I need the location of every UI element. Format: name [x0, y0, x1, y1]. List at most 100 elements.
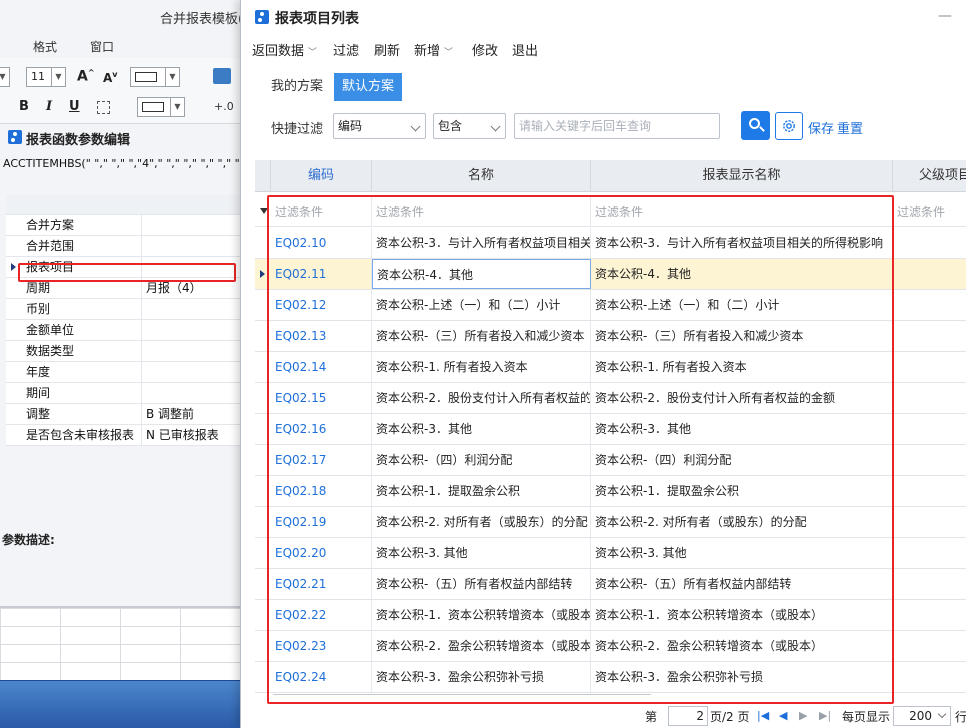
- chevron-down-icon: ▼: [0, 68, 9, 86]
- grid-header: 编码 名称 报表显示名称 父级项目: [255, 160, 966, 192]
- font-size-select[interactable]: 11 ▼: [26, 67, 66, 87]
- ribbon: ▼ 11 ▼ A^ Av ▼ B I U ▼ +.0: [0, 58, 240, 124]
- decimal-places-icon[interactable]: +.0: [214, 100, 234, 113]
- cell-parent-item[interactable]: [893, 569, 966, 599]
- add-button[interactable]: 新增 ﹀: [414, 40, 453, 59]
- save-scheme-link[interactable]: 保存: [808, 118, 834, 137]
- pager-row-suffix: 行: [955, 710, 966, 724]
- cell-parent-item[interactable]: [893, 476, 966, 506]
- column-header-parent-item[interactable]: 父级项目: [893, 160, 966, 192]
- chevron-down-icon: ▼: [51, 68, 65, 86]
- filter-field-select[interactable]: 编码: [333, 113, 426, 139]
- cell-parent-item[interactable]: [893, 414, 966, 444]
- cell-parent-item[interactable]: [893, 383, 966, 413]
- dialog-toolbar: 返回数据 ﹀ 过滤 刷新 新增 ﹀ 修改 退出: [241, 34, 966, 62]
- reset-filter-link[interactable]: 重置: [837, 118, 863, 137]
- param-label: 合并范围: [6, 236, 142, 256]
- font-name-select[interactable]: ▼: [0, 67, 10, 87]
- param-row[interactable]: 年度: [6, 362, 240, 383]
- current-page-input[interactable]: 2: [668, 706, 708, 726]
- cell-parent-item[interactable]: [893, 507, 966, 537]
- param-value[interactable]: N 已审核报表: [146, 425, 219, 445]
- cell-parent-item[interactable]: [893, 259, 966, 289]
- row-pointer-icon: [260, 270, 265, 278]
- next-page-icon[interactable]: ▶: [799, 710, 807, 721]
- cell-parent-item[interactable]: [893, 538, 966, 568]
- filter-settings-button[interactable]: [775, 112, 803, 140]
- grow-font-icon[interactable]: A^: [77, 68, 95, 85]
- spreadsheet-area[interactable]: [0, 606, 240, 680]
- param-grid: 合并方案 合并范围 报表项目 周期 月报（4） 币别 金额单位 数据类型 年度 期间 调整 B 调整前…: [6, 195, 240, 446]
- column-header-display-name[interactable]: 报表显示名称: [591, 160, 893, 192]
- borders-icon[interactable]: [97, 101, 110, 114]
- chevron-down-icon: ﹀: [308, 48, 318, 58]
- highlight-box-report-item: [18, 263, 236, 282]
- param-label: 调整: [6, 404, 142, 424]
- border-style-select[interactable]: ▼: [130, 67, 180, 87]
- filter-button[interactable]: 过滤: [333, 40, 359, 59]
- filter-operator-select[interactable]: 包含: [433, 113, 506, 139]
- highlight-box-grid: [267, 195, 894, 704]
- chevron-down-icon: [410, 121, 421, 132]
- refresh-button[interactable]: 刷新: [374, 40, 400, 59]
- menu-bar: 格式 窗口: [0, 34, 240, 58]
- param-row[interactable]: 期间: [6, 383, 240, 404]
- pager: 第 2 页/2 页 |◀ ◀ ▶ ▶| 每页显示 200 行: [241, 704, 966, 728]
- column-header-code[interactable]: 编码: [271, 160, 372, 192]
- param-label: 年度: [6, 362, 142, 382]
- param-row[interactable]: 数据类型: [6, 341, 240, 362]
- minimize-icon[interactable]: —: [938, 8, 952, 24]
- param-grid-header: [6, 195, 240, 215]
- fill-style-select[interactable]: ▼: [137, 97, 185, 117]
- rectangle-icon: [142, 102, 164, 112]
- param-row[interactable]: 调整 B 调整前: [6, 404, 240, 425]
- cell-parent-item[interactable]: [893, 228, 966, 258]
- cell-parent-item[interactable]: [893, 352, 966, 382]
- window-title: 合并报表模板(: [160, 12, 240, 27]
- param-row[interactable]: 币别: [6, 299, 240, 320]
- param-row[interactable]: 是否包含未审核报表 N 已审核报表: [6, 425, 240, 446]
- back-data-button[interactable]: 返回数据 ﹀: [252, 40, 317, 59]
- exit-button[interactable]: 退出: [512, 40, 538, 59]
- prev-page-icon[interactable]: ◀: [779, 710, 787, 721]
- param-value[interactable]: B 调整前: [146, 404, 194, 424]
- last-page-icon[interactable]: ▶|: [819, 710, 831, 721]
- param-row[interactable]: 金额单位: [6, 320, 240, 341]
- param-row[interactable]: 合并方案: [6, 215, 240, 236]
- first-page-icon[interactable]: |◀: [757, 710, 769, 721]
- column-header-name[interactable]: 名称: [372, 160, 591, 192]
- bold-button[interactable]: B: [19, 99, 29, 114]
- scheme-tab-mine[interactable]: 我的方案: [263, 73, 331, 101]
- toolbar-app-icon[interactable]: [213, 68, 231, 84]
- taskbar: [0, 680, 240, 728]
- page-size-label: 每页显示: [842, 710, 891, 724]
- keyword-search-input[interactable]: [514, 113, 720, 139]
- param-label: 是否包含未审核报表: [6, 425, 142, 445]
- rectangle-icon: [135, 72, 157, 82]
- filter-cell-parent-item[interactable]: 过滤条件: [893, 197, 966, 227]
- page-size-select[interactable]: 200: [893, 706, 951, 726]
- cell-parent-item[interactable]: [893, 321, 966, 351]
- menu-window[interactable]: 窗口: [90, 38, 114, 55]
- modify-button[interactable]: 修改: [472, 40, 498, 59]
- cell-parent-item[interactable]: [893, 662, 966, 692]
- scheme-tab-default[interactable]: 默认方案: [334, 73, 403, 101]
- param-row[interactable]: 合并范围: [6, 236, 240, 257]
- italic-button[interactable]: I: [46, 99, 52, 114]
- report-item-list-dialog: 报表项目列表 — 返回数据 ﹀ 过滤 刷新 新增 ﹀ 修改 退出 我的方案 默认方案…: [240, 0, 966, 728]
- cell-parent-item[interactable]: [893, 631, 966, 661]
- param-description-label: 参数描述:: [2, 533, 55, 547]
- dialog-app-icon: [255, 10, 269, 24]
- dialog-titlebar: 报表项目列表 —: [241, 0, 966, 34]
- cell-parent-item[interactable]: [893, 445, 966, 475]
- underline-button[interactable]: U: [69, 99, 80, 114]
- chevron-down-icon: ﹀: [444, 48, 454, 58]
- cell-parent-item[interactable]: [893, 600, 966, 630]
- cell-parent-item[interactable]: [893, 290, 966, 320]
- search-button[interactable]: [741, 111, 770, 140]
- shrink-font-icon[interactable]: Av: [103, 70, 118, 85]
- param-panel-header: 报表函数参数编辑: [0, 126, 240, 148]
- chevron-down-icon: ▼: [165, 68, 179, 86]
- menu-format[interactable]: 格式: [33, 38, 57, 55]
- pager-page-suffix: 页/2 页: [710, 710, 750, 724]
